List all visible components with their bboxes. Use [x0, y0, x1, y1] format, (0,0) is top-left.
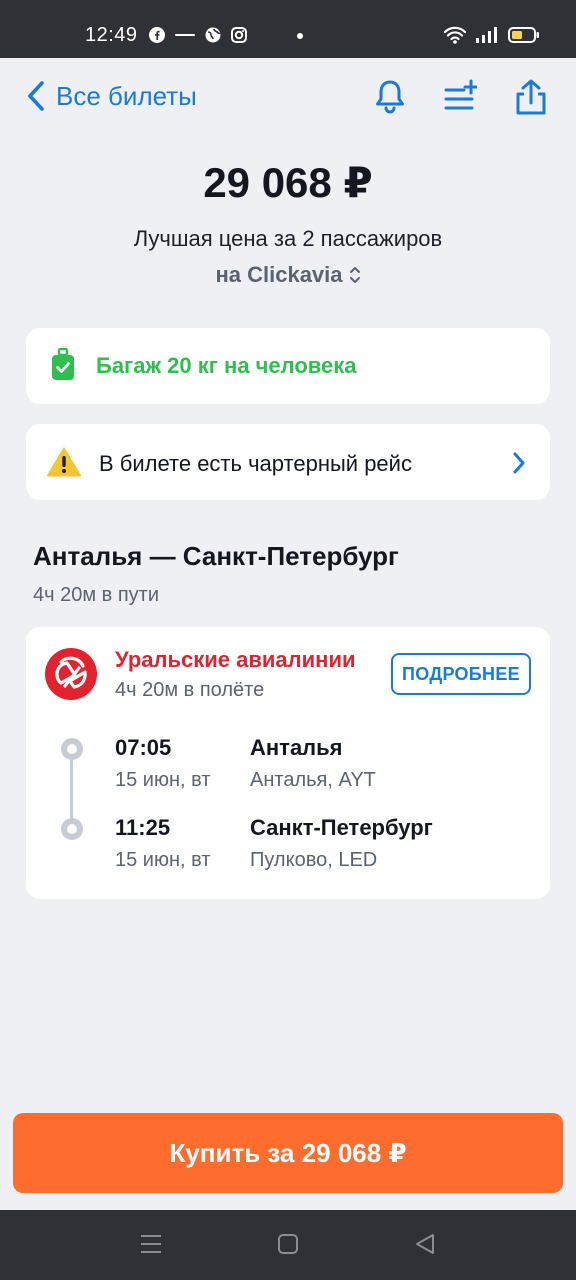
arrival-city: Санкт-Петербург [250, 815, 433, 840]
charter-flight-card[interactable]: В билете есть чартерный рейс [26, 424, 550, 500]
facebook-icon [149, 27, 165, 43]
agency-selector[interactable]: на Clickavia [0, 262, 576, 288]
arrival-airport: Пулково, LED [250, 849, 378, 871]
instagram-icon [231, 27, 247, 43]
warning-icon [47, 447, 81, 477]
app-icon [175, 34, 195, 36]
top-navigation: Все билеты [0, 58, 576, 138]
buy-button[interactable]: Купить за 29 068 ₽ [13, 1113, 563, 1193]
back-label: Все билеты [56, 80, 197, 111]
baggage-text: Багаж 20 кг на человека [96, 353, 357, 378]
status-bar: 12:49 [0, 0, 576, 58]
home-icon[interactable] [276, 1232, 300, 1256]
departure-dot [61, 738, 83, 760]
route-title: Анталья — Санкт-Петербург [33, 541, 399, 571]
share-icon[interactable] [514, 78, 548, 116]
system-status-icons [444, 26, 540, 44]
add-list-icon[interactable] [443, 78, 477, 116]
flight-duration: 4ч 20м в полёте [115, 679, 265, 701]
departure-time: 07:05 [115, 735, 172, 760]
airline-logo [45, 648, 97, 700]
ticket-price: 29 068 ₽ [203, 159, 373, 206]
back-triangle-icon[interactable] [413, 1232, 437, 1256]
back-button[interactable]: Все билеты [26, 80, 197, 112]
system-nav-bar [0, 1210, 576, 1280]
globe-icon [205, 27, 221, 43]
bell-icon[interactable] [373, 78, 407, 116]
chevron-left-icon [28, 81, 44, 111]
status-dot [297, 33, 303, 39]
chevron-right-icon [513, 452, 525, 474]
baggage-card: Багаж 20 кг на человека [26, 328, 550, 404]
battery-icon [508, 27, 539, 43]
flight-card: Уральские авиалинии 4ч 20м в полёте ПОДР… [26, 627, 550, 899]
menu-icon[interactable] [139, 1232, 163, 1256]
departure-city: Анталья [250, 735, 343, 760]
departure-airport: Анталья, AYT [250, 769, 376, 791]
status-time: 12:49 [85, 24, 138, 46]
agency-label: на Clickavia [215, 262, 343, 287]
arrival-date: 15 июн, вт [115, 849, 211, 871]
chevron-up-down-icon [349, 267, 360, 283]
signal-icon [476, 27, 497, 43]
airline-emblem-icon [55, 656, 87, 689]
wifi-icon [444, 26, 466, 44]
airline-name: Уральские авиалинии [115, 647, 356, 672]
details-button[interactable]: ПОДРОБНЕЕ [391, 653, 531, 695]
arrival-time: 11:25 [115, 815, 171, 840]
price-subtitle: Лучшая цена за 2 пассажиров [133, 226, 443, 251]
luggage-icon [52, 348, 74, 380]
route-duration: 4ч 20м в пути [33, 584, 159, 606]
notification-icons [149, 27, 247, 43]
departure-date: 15 июн, вт [115, 769, 211, 791]
charter-text: В билете есть чартерный рейс [99, 451, 412, 476]
arrival-dot [61, 818, 83, 840]
